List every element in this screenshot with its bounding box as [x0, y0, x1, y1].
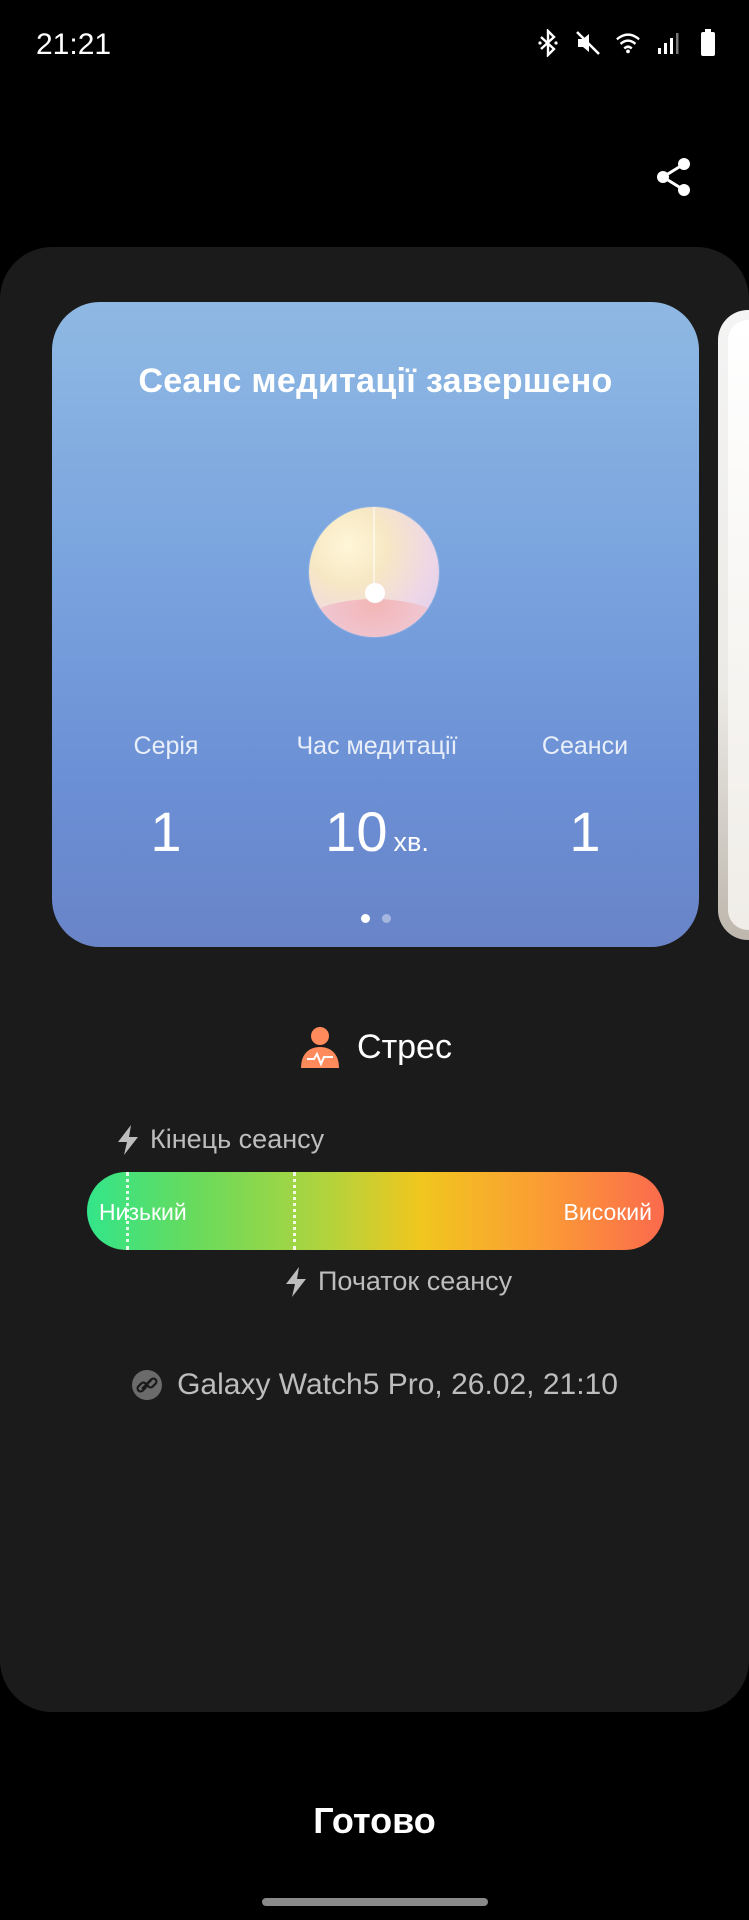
stat-meditation-time: Час медитації 10 хв. — [262, 732, 492, 864]
stress-person-icon — [301, 1027, 340, 1068]
lightning-icon — [286, 1266, 306, 1297]
stress-low-label: Низький — [99, 1199, 187, 1225]
orb-divider — [373, 507, 375, 587]
status-time: 21:21 — [36, 28, 112, 61]
stress-title: Стрес — [357, 1027, 452, 1066]
device-info: Galaxy Watch5 Pro, 26.02, 21:10 — [0, 1368, 749, 1402]
wifi-icon — [615, 28, 641, 58]
meditation-summary-card[interactable]: Сеанс медитації завершено Серія 1 Час ме… — [52, 302, 699, 947]
screen: 21:21 Сеанс медитації завершено Серія 1 … — [0, 0, 749, 1920]
stat-sessions-number: 1 — [569, 800, 601, 863]
device-text: Galaxy Watch5 Pro, 26.02, 21:10 — [177, 1368, 618, 1401]
mute-icon — [575, 28, 601, 58]
stress-scale-bar: Низький Високий — [87, 1172, 664, 1250]
stat-sessions: Сеанси 1 — [510, 732, 660, 864]
session-end-marker: Кінець сеансу — [116, 1124, 324, 1155]
stat-meditation-time-number: 10 — [325, 800, 388, 863]
stress-high-label: Високий — [563, 1199, 653, 1225]
status-bar: 21:21 — [0, 0, 749, 90]
status-icons — [535, 28, 721, 58]
battery-icon — [695, 28, 721, 58]
signal-icon — [655, 28, 681, 58]
stat-meditation-time-unit: хв. — [393, 827, 429, 857]
stat-streak-value: 1 — [96, 799, 236, 864]
orb-dot — [365, 583, 385, 603]
stat-sessions-value: 1 — [510, 799, 660, 864]
next-card-peek-inner — [728, 320, 749, 930]
lightning-icon — [118, 1124, 138, 1155]
stat-streak-number: 1 — [150, 800, 182, 863]
pager-dot — [381, 914, 391, 923]
meditation-orb-icon — [309, 507, 439, 637]
stress-header: Стрес — [0, 1024, 749, 1070]
session-start-label: Початок сеансу — [318, 1266, 513, 1296]
stat-streak: Серія 1 — [96, 732, 236, 864]
stat-sessions-label: Сеанси — [541, 732, 629, 760]
share-icon — [657, 158, 690, 196]
bluetooth-icon — [535, 28, 561, 58]
session-start-line — [293, 1172, 296, 1250]
pager-dot-active — [360, 914, 370, 923]
home-indicator[interactable] — [262, 1898, 488, 1906]
done-button[interactable]: Готово — [0, 1800, 749, 1842]
card-pager — [52, 914, 699, 923]
stat-meditation-time-value: 10 хв. — [262, 799, 492, 864]
stat-meditation-time-label: Час медитації — [296, 732, 458, 760]
stat-streak-label: Серія — [133, 732, 199, 760]
session-start-marker: Початок сеансу — [284, 1266, 512, 1297]
link-icon — [132, 1370, 163, 1400]
share-button[interactable] — [652, 152, 696, 202]
meditation-title: Сеанс медитації завершено — [138, 362, 613, 400]
session-end-label: Кінець сеансу — [150, 1124, 325, 1154]
orb-bottom — [309, 599, 439, 637]
